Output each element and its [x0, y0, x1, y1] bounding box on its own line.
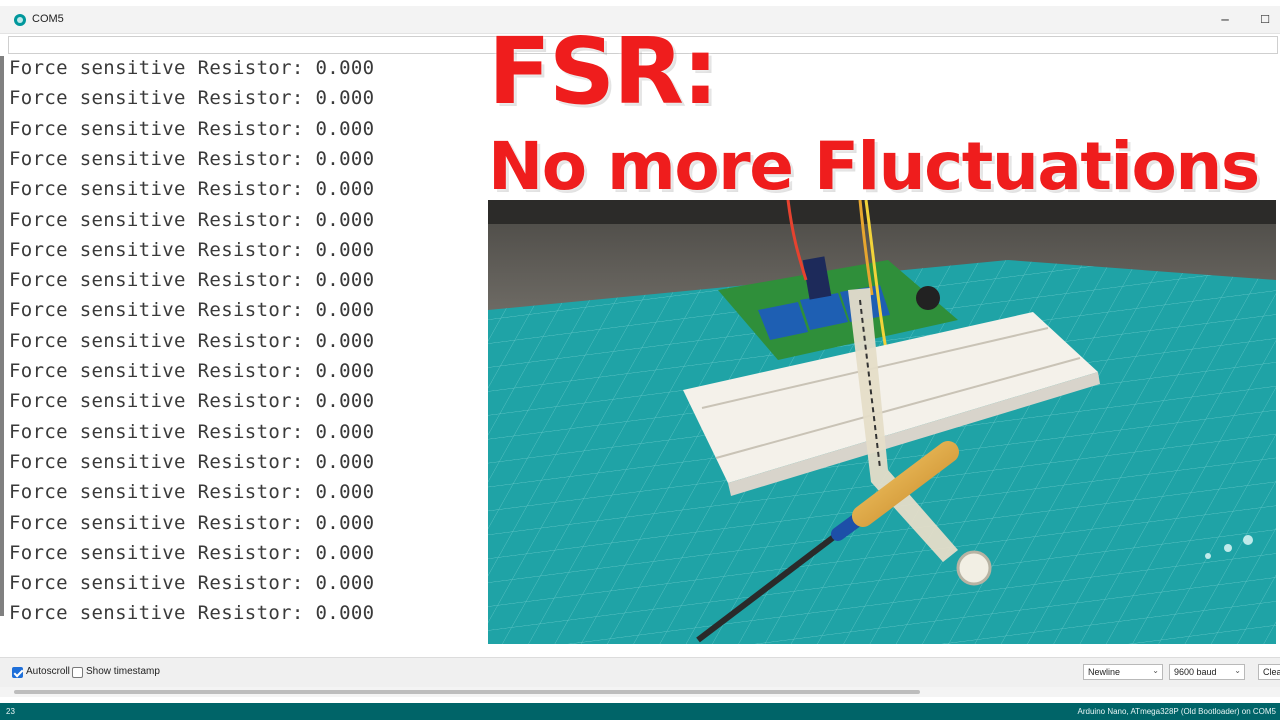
window-title: COM5 [32, 13, 64, 25]
serial-line: Force sensitive Resistor: 0.000 [9, 57, 375, 79]
serial-monitor-window: COM5 ─ ☐ Force sensitive Resistor: 0.000… [0, 0, 1280, 704]
serial-line: Force sensitive Resistor: 0.000 [9, 178, 375, 201]
chevron-down-icon: ⌄ [1234, 666, 1241, 675]
baud-rate-value: 9600 baud [1174, 667, 1217, 677]
serial-line: Force sensitive Resistor: 0.000 [9, 572, 375, 595]
serial-line: Force sensitive Resistor: 0.000 [9, 602, 375, 625]
autoscroll-label: Autoscroll [26, 666, 70, 677]
serial-line: Force sensitive Resistor: 0.000 [9, 541, 375, 564]
show-timestamp-label: Show timestamp [86, 666, 160, 677]
serial-line: Force sensitive Resistor: 0.000 [9, 420, 375, 443]
line-number: 23 [6, 707, 15, 716]
serial-line: Force sensitive Resistor: 0.000 [9, 269, 375, 292]
ide-status-bar: 23 Arduino Nano, ATmega328P (Old Bootloa… [0, 703, 1280, 720]
show-timestamp-checkbox[interactable] [72, 667, 83, 678]
baud-rate-select[interactable]: 9600 baud ⌄ [1169, 664, 1245, 680]
serial-line: Force sensitive Resistor: 0.000 [9, 329, 375, 352]
serial-line: Force sensitive Resistor: 0.000 [9, 299, 375, 322]
line-ending-value: Newline [1088, 667, 1121, 677]
autoscroll-checkbox[interactable] [12, 667, 23, 678]
window-edge-shadow [0, 56, 4, 616]
serial-options-bar: Autoscroll Show timestamp Newline ⌄ 9600… [0, 657, 1280, 687]
scrollbar-thumb[interactable] [14, 690, 920, 694]
project-photo [488, 200, 1276, 644]
serial-line: Force sensitive Resistor: 0.000 [9, 117, 375, 140]
chevron-down-icon: ⌄ [1152, 666, 1159, 675]
serial-line: Force sensitive Resistor: 0.000 [9, 147, 375, 170]
clear-output-label: Clear output [1263, 667, 1280, 679]
clear-output-button[interactable]: Clear output [1258, 664, 1280, 680]
serial-line: Force sensitive Resistor: 0.000 [9, 390, 375, 413]
serial-line: Force sensitive Resistor: 0.000 [9, 511, 375, 534]
minimize-button[interactable]: ─ [1212, 10, 1238, 30]
arduino-icon [14, 14, 26, 26]
serial-line: Force sensitive Resistor: 0.000 [9, 87, 375, 110]
serial-line: Force sensitive Resistor: 0.000 [9, 208, 375, 231]
line-ending-select[interactable]: Newline ⌄ [1083, 664, 1163, 680]
serial-line: Force sensitive Resistor: 0.000 [9, 238, 375, 261]
overlay-subtitle: No more Fluctuations [488, 128, 1260, 205]
serial-line: Force sensitive Resistor: 0.000 [9, 360, 375, 382]
serial-line: Force sensitive Resistor: 0.000 [9, 450, 375, 473]
overlay-title: FSR: [488, 18, 719, 125]
board-info: Arduino Nano, ATmega328P (Old Bootloader… [1077, 707, 1276, 716]
serial-line: Force sensitive Resistor: 0.000 [9, 481, 375, 504]
horizontal-scrollbar[interactable] [0, 687, 1280, 697]
maximize-button[interactable]: ☐ [1252, 10, 1278, 30]
